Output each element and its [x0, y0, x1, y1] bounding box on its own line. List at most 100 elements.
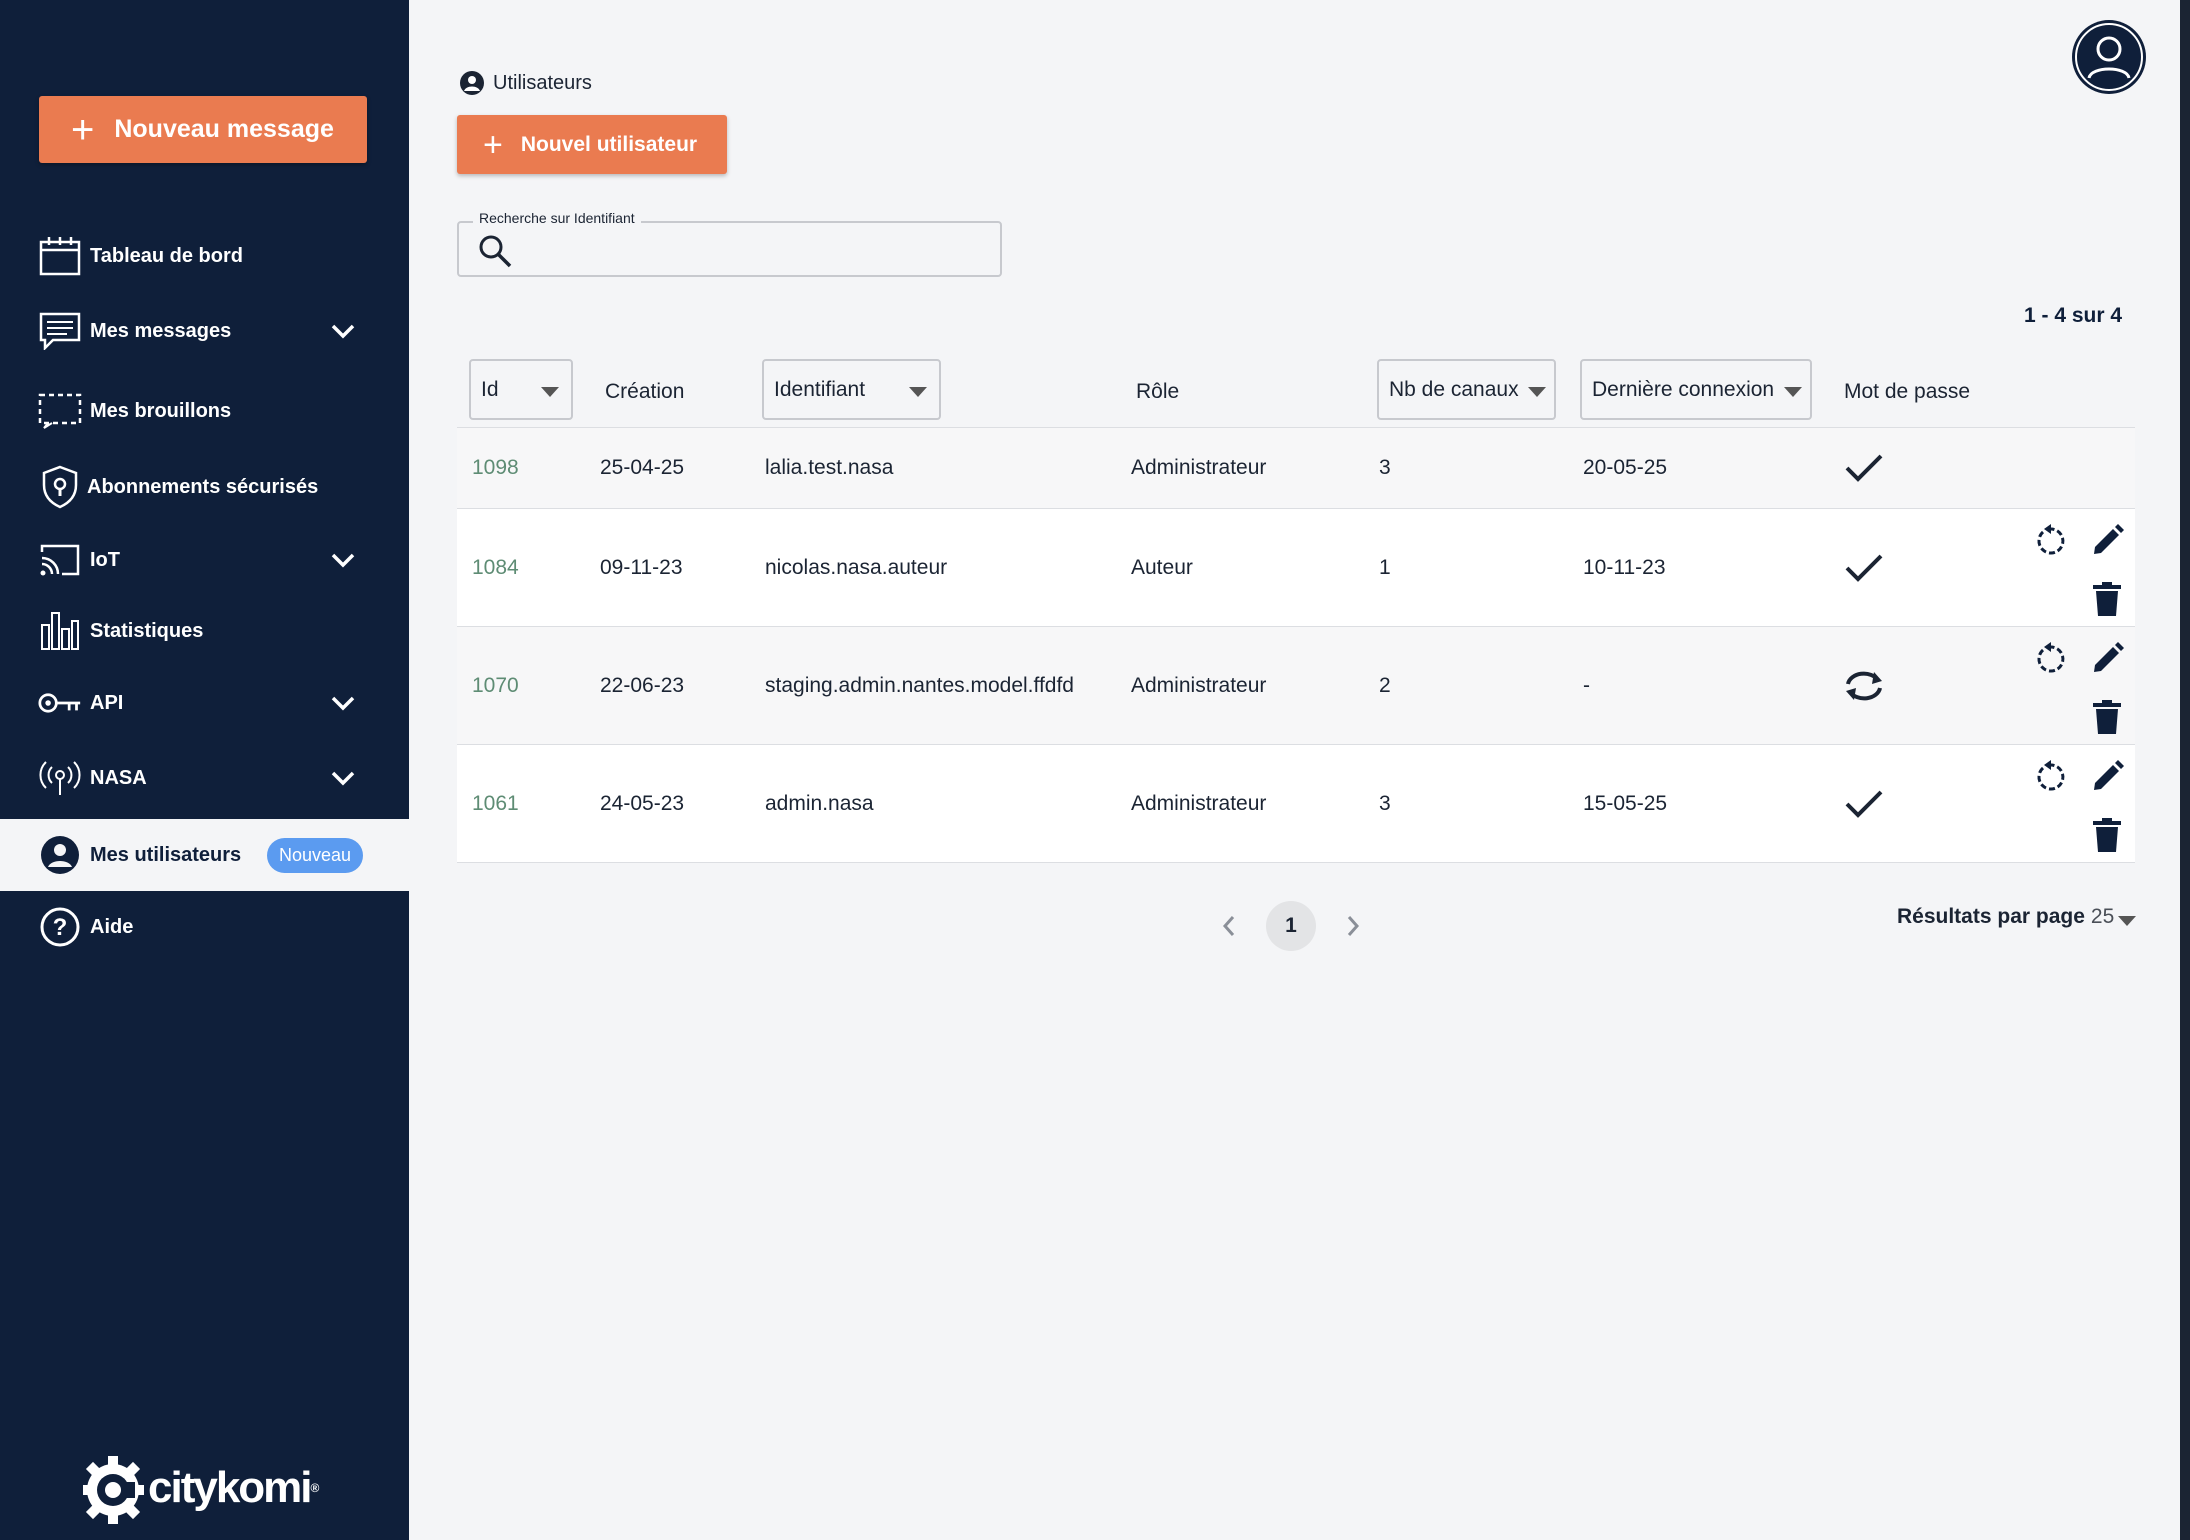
trash-icon	[2093, 818, 2121, 852]
delete-button[interactable]	[2087, 815, 2127, 855]
user-id-link[interactable]: 1061	[472, 745, 519, 862]
per-page-label: Résultats par page	[1897, 905, 2085, 928]
cell-connexion: -	[1583, 673, 1590, 697]
header-connexion: Dernière connexion	[1592, 377, 1775, 401]
table-row: 1098 25-04-25 lalia.test.nasa Administra…	[457, 428, 2135, 509]
sync-icon	[1842, 627, 1886, 744]
chevron-down-icon[interactable]	[328, 763, 358, 793]
user-circle-icon	[38, 833, 82, 877]
logo-text: citykomi	[148, 1463, 313, 1512]
table-row: 1061 24-05-23 admin.nasa Administrateur …	[457, 745, 2135, 863]
plus-icon: +	[71, 107, 95, 152]
cell-creation: 24-05-23	[600, 791, 685, 815]
header-creation: Création	[605, 380, 685, 403]
cast-icon	[38, 538, 82, 582]
sidebar-item-label: Mes messages	[90, 319, 232, 342]
user-id-link[interactable]: 1098	[472, 428, 519, 508]
cell-creation: 25-04-25	[600, 456, 685, 479]
cell-role: Administrateur	[1131, 791, 1267, 815]
new-user-button[interactable]: + Nouvel utilisateur	[457, 115, 727, 174]
id-sort-select[interactable]: Id	[469, 359, 573, 420]
edit-button[interactable]	[2087, 521, 2127, 561]
sidebar-item-label: IoT	[90, 548, 120, 571]
results-count: 1 - 4 sur 4	[2024, 304, 2123, 327]
pencil-icon	[2094, 642, 2124, 672]
delete-button[interactable]	[2087, 579, 2127, 619]
search-field[interactable]: Recherche sur Identifiant	[457, 210, 1002, 277]
users-table: Id Création Identifiant Rôle Nb de canau…	[457, 356, 2135, 863]
header-identifiant: Identifiant	[774, 377, 866, 401]
canaux-sort-select[interactable]: Nb de canaux	[1377, 359, 1556, 420]
sidebar-item-messages[interactable]: Mes messages	[0, 301, 409, 361]
cell-creation: 09-11-23	[600, 555, 683, 579]
next-page-button[interactable]	[1338, 911, 1368, 941]
sidebar-item-statistics[interactable]: Statistiques	[0, 601, 409, 661]
sidebar-item-dashboard[interactable]: Tableau de bord	[0, 226, 409, 286]
sidebar-item-iot[interactable]: IoT	[0, 530, 409, 590]
sidebar-item-label: API	[90, 691, 124, 714]
sidebar-item-api[interactable]: API	[0, 673, 409, 733]
table-header: Id Création Identifiant Rôle Nb de canau…	[457, 356, 2135, 428]
reset-password-button[interactable]	[2031, 521, 2071, 561]
cell-connexion: 15-05-25	[1583, 791, 1668, 815]
chevron-right-icon	[1347, 916, 1360, 936]
citykomi-logo: citykomi ®	[80, 1452, 319, 1524]
bar-chart-icon	[38, 609, 82, 653]
chevron-down-icon[interactable]	[328, 688, 358, 718]
check-icon	[1845, 428, 1883, 508]
edit-button[interactable]	[2087, 757, 2127, 797]
window-edge	[2180, 0, 2190, 1540]
sidebar-item-label: Aide	[90, 915, 134, 938]
breadcrumb-label: Utilisateurs	[493, 71, 592, 94]
reset-password-button[interactable]	[2031, 757, 2071, 797]
delete-button[interactable]	[2087, 697, 2127, 737]
user-id-link[interactable]: 1084	[472, 509, 519, 626]
user-id-link[interactable]: 1070	[472, 627, 519, 744]
sidebar-item-label: NASA	[90, 766, 147, 789]
search-input[interactable]	[523, 231, 983, 267]
check-icon	[1845, 745, 1883, 862]
account-avatar-button[interactable]	[2072, 20, 2146, 94]
search-icon	[479, 235, 512, 268]
caret-down-icon	[541, 387, 559, 397]
page-button[interactable]: 1	[1266, 901, 1316, 951]
pencil-icon	[2094, 760, 2124, 790]
edit-button[interactable]	[2087, 639, 2127, 679]
reset-password-button[interactable]	[2031, 639, 2071, 679]
connexion-sort-select[interactable]: Dernière connexion	[1580, 359, 1812, 420]
calendar-icon	[38, 234, 82, 278]
cell-canaux: 3	[1379, 791, 1391, 815]
new-message-button[interactable]: + Nouveau message	[39, 96, 367, 163]
cell-canaux: 1	[1379, 555, 1391, 579]
trash-icon	[2093, 700, 2121, 734]
cell-creation: 22-06-23	[600, 673, 685, 697]
cell-identifiant: staging.admin.nantes.model.ffdfd	[765, 673, 1074, 697]
new-badge: Nouveau	[267, 837, 364, 873]
cell-role: Administrateur	[1131, 673, 1267, 697]
caret-down-icon	[1528, 387, 1546, 397]
chevron-left-icon	[1222, 916, 1235, 936]
pencil-icon	[2094, 524, 2124, 554]
cell-role: Auteur	[1131, 555, 1193, 579]
prev-page-button[interactable]	[1214, 911, 1244, 941]
sidebar-item-label: Mes brouillons	[90, 399, 232, 422]
chevron-down-icon[interactable]	[328, 316, 358, 346]
sidebar-item-drafts[interactable]: Mes brouillons	[0, 381, 409, 441]
cell-role: Administrateur	[1131, 456, 1267, 479]
sidebar: + Nouveau message Tableau de bord Mes me…	[0, 0, 409, 1540]
cell-canaux: 3	[1379, 456, 1391, 479]
identifiant-sort-select[interactable]: Identifiant	[762, 359, 941, 420]
header-canaux: Nb de canaux	[1389, 377, 1519, 401]
cell-identifiant: admin.nasa	[765, 791, 874, 815]
user-circle-icon	[460, 71, 484, 95]
breadcrumb: Utilisateurs	[459, 70, 592, 96]
sidebar-item-help[interactable]: ? Aide	[0, 897, 409, 957]
reset-icon	[2037, 760, 2065, 791]
sidebar-item-secure-subscriptions[interactable]: Abonnements sécurisés	[0, 457, 409, 517]
message-icon	[38, 309, 82, 353]
sidebar-item-users[interactable]: Mes utilisateurs Nouveau	[0, 819, 409, 891]
chevron-down-icon[interactable]	[328, 545, 358, 575]
reset-icon	[2037, 642, 2065, 673]
per-page-select[interactable]: Résultats par page 25	[1897, 905, 2137, 929]
sidebar-item-nasa[interactable]: NASA	[0, 748, 409, 808]
